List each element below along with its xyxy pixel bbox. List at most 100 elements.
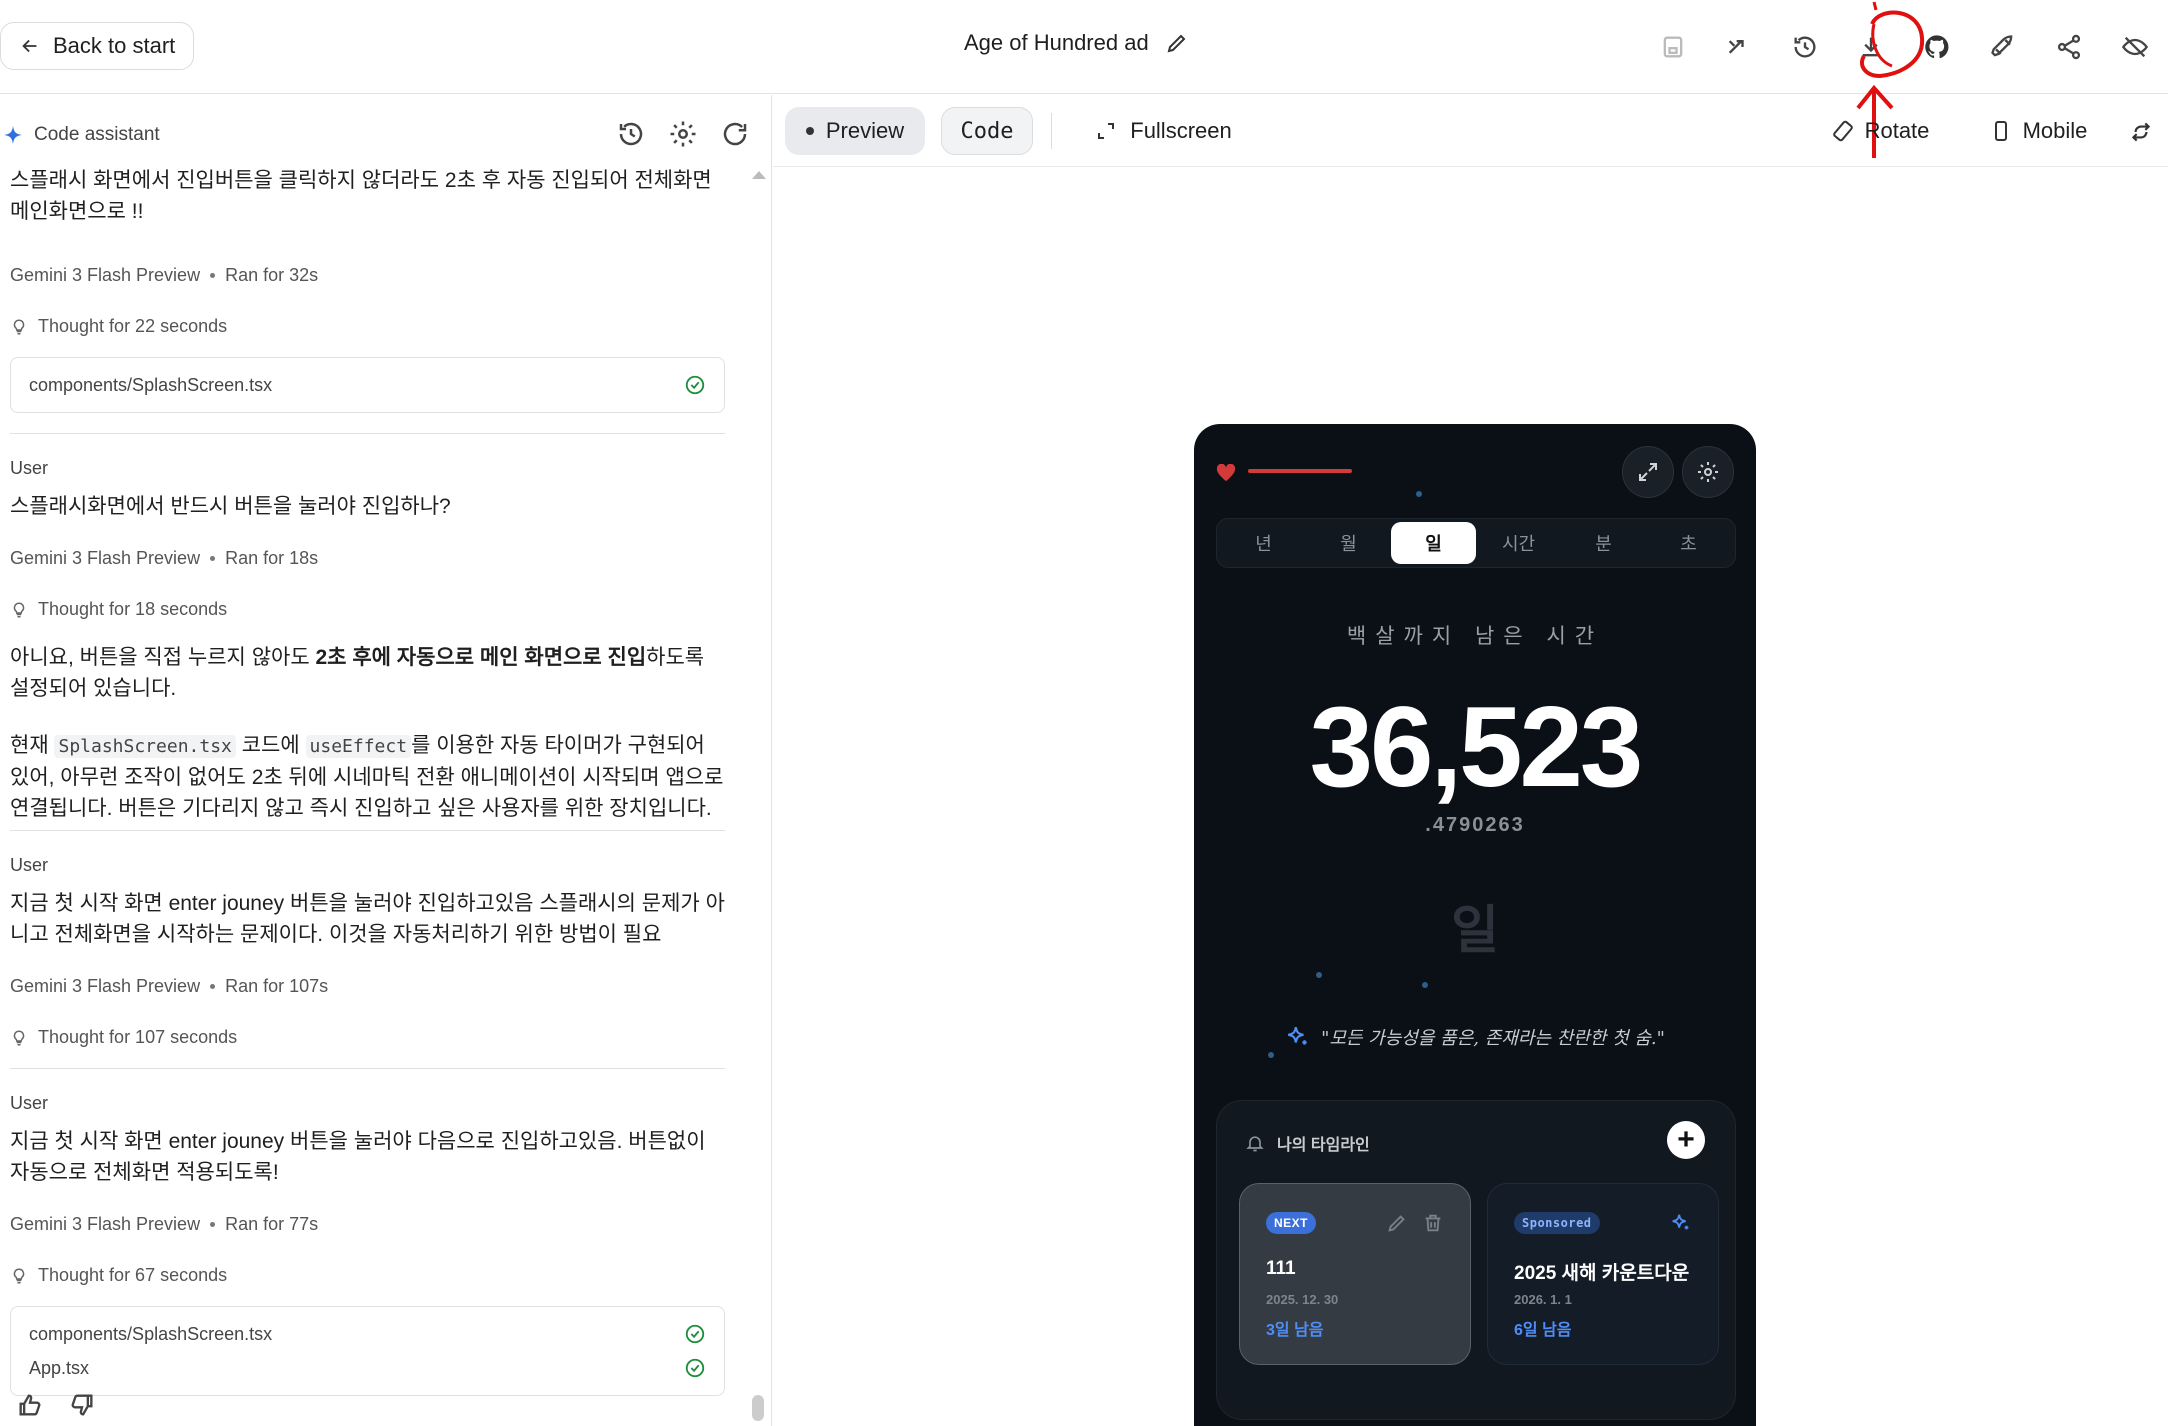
event-remaining: 3일 남음 [1266, 1322, 1324, 1339]
event-name: 2025 새해 카운트다운 [1514, 1263, 1690, 1284]
expand-button[interactable] [1622, 446, 1674, 498]
tab-year[interactable]: 년 [1221, 522, 1306, 564]
rotate-label: Rotate [1864, 118, 1930, 143]
github-icon [1925, 35, 1949, 59]
sparkles-icon [1288, 1027, 1307, 1045]
back-to-start-button[interactable]: Back to start [0, 22, 195, 70]
tab-month[interactable]: 월 [1306, 522, 1391, 564]
gear-icon [1698, 462, 1718, 482]
refresh-icon[interactable] [720, 119, 750, 149]
thumbs-down-icon[interactable] [68, 1391, 96, 1419]
thumbs-up-icon[interactable] [16, 1391, 44, 1419]
reply-text: 현재 [10, 734, 55, 757]
fullscreen-label: Fullscreen [1130, 118, 1232, 143]
model-name: Gemini 3 Flash Preview [10, 976, 201, 996]
assistant-title: Code assistant [34, 124, 160, 145]
card-actions [1670, 1212, 1692, 1234]
tab-second[interactable]: 초 [1646, 522, 1731, 564]
remaining-label: 백살까지 남은 시간 [1346, 625, 1604, 648]
check-circle-icon [685, 1324, 705, 1344]
countdown-decimal: .4790263 [1425, 814, 1525, 836]
tab-code-label: Code [960, 118, 1014, 144]
phone-icon [1994, 121, 2007, 141]
tab-code[interactable]: Code [941, 107, 1033, 155]
model-name: Gemini 3 Flash Preview [10, 265, 201, 285]
event-name: 111 [1266, 1258, 1296, 1279]
deploy-button[interactable] [1970, 22, 2036, 72]
event-card[interactable]: NEXT 111 2025. 12. 30 3일 남음 [1239, 1183, 1471, 1365]
quote: "모든 가능성을 품은, 존재라는 찬란한 첫 숨." [1194, 1024, 1756, 1050]
tab-preview-label: Preview [825, 118, 905, 143]
rotate-button[interactable]: Rotate [1825, 107, 1935, 155]
divider [1051, 113, 1052, 149]
github-button[interactable] [1904, 22, 1970, 72]
tab-hour[interactable]: 시간 [1476, 522, 1561, 564]
back-label: Back to start [53, 33, 176, 58]
sponsored-badge: Sponsored [1514, 1212, 1600, 1234]
event-remaining: 6일 남음 [1514, 1322, 1572, 1339]
add-event-button[interactable]: + [1667, 1121, 1705, 1159]
pencil-icon[interactable] [1386, 1212, 1408, 1234]
thought-label: Thought for 22 seconds [38, 316, 228, 336]
sponsored-card[interactable]: Sponsored 2025 새해 카운트다운 2026. 1. 1 6일 남음 [1487, 1183, 1719, 1365]
download-button[interactable] [1838, 22, 1904, 72]
pencil-icon[interactable] [1165, 31, 1189, 55]
divider [10, 1068, 725, 1069]
shuffle-button[interactable] [1706, 22, 1772, 72]
file-item[interactable]: components/SplashScreen.tsx [29, 368, 706, 402]
sparkles-icon [1672, 1214, 1689, 1230]
thought-toggle[interactable]: Thought for 67 seconds [10, 1265, 725, 1286]
scrollbar-thumb[interactable] [752, 1395, 764, 1421]
scroll-up-arrow[interactable] [752, 171, 766, 179]
model-name: Gemini 3 Flash Preview [10, 1214, 201, 1234]
chat-history: 스플래시 화면에서 진입버튼을 클릭하지 않더라도 2초 후 자동 진입되어 전… [10, 165, 725, 1396]
active-dot [805, 127, 814, 135]
gear-icon[interactable] [668, 119, 698, 149]
run-meta: Gemini 3 Flash Preview Ran for 107s [10, 976, 725, 997]
arrow-left-icon [22, 39, 37, 53]
run-time: Ran for 77s [225, 1214, 319, 1234]
reply-text: 아니요, 버튼을 직접 누르지 않아도 [10, 646, 316, 669]
changed-files: components/SplashScreen.tsx App.tsx [10, 1306, 725, 1396]
file-item[interactable]: App.tsx [29, 1351, 706, 1385]
lightbulb-icon [13, 1029, 25, 1045]
thought-toggle[interactable]: Thought for 107 seconds [10, 1027, 725, 1048]
thought-label: Thought for 107 seconds [38, 1027, 238, 1047]
history-button[interactable] [1772, 22, 1838, 72]
card-actions [1386, 1212, 1444, 1234]
top-icon-bar [1640, 22, 2168, 72]
project-title-area: Age of Hundred ad [964, 30, 1189, 56]
lightbulb-icon [13, 318, 25, 334]
rocket-icon [1991, 35, 2013, 57]
expand-icon [1098, 123, 1115, 139]
hide-button[interactable] [2102, 22, 2168, 72]
quote-text: "모든 가능성을 품은, 존재라는 찬란한 첫 숨." [1321, 1028, 1665, 1049]
run-time: Ran for 18s [225, 548, 319, 568]
fullscreen-button[interactable]: Fullscreen [1093, 107, 1233, 155]
heart-icon [1216, 464, 1236, 482]
save-button[interactable] [1640, 22, 1706, 72]
thought-toggle[interactable]: Thought for 22 seconds [10, 316, 725, 337]
tab-minute[interactable]: 분 [1561, 522, 1646, 564]
user-label: User [10, 458, 49, 478]
unit-label: 일 [1451, 902, 1499, 960]
trash-icon[interactable] [1422, 1212, 1444, 1234]
thought-toggle[interactable]: Thought for 18 seconds [10, 599, 725, 620]
file-item[interactable]: components/SplashScreen.tsx [29, 1317, 706, 1351]
run-time: Ran for 107s [225, 976, 329, 996]
swap-icon[interactable] [2128, 119, 2154, 145]
thought-label: Thought for 67 seconds [38, 1265, 228, 1285]
message-text: 지금 첫 시작 화면 enter jouney 버튼을 눌러야 진입하고있음 스… [10, 892, 725, 946]
settings-button[interactable] [1682, 446, 1734, 498]
tab-preview[interactable]: Preview [785, 107, 925, 155]
code-assistant-panel: Code assistant 스플래시 화면에서 진입버튼을 클릭하지 않더라도… [0, 95, 772, 1426]
tab-day[interactable]: 일 [1391, 522, 1476, 564]
history-icon[interactable] [616, 119, 646, 149]
mobile-button[interactable]: Mobile [1983, 107, 2093, 155]
app-preview-phone: 년 월 일 시간 분 초 백살까지 남은 시간 36,523 .4790263 … [1194, 424, 1756, 1426]
inline-code: useEffect [305, 735, 412, 758]
check-circle-icon [685, 1358, 705, 1378]
message-text: 스플래시화면에서 반드시 버튼을 눌러야 진입하나? [10, 495, 451, 518]
reply-text: 코드에 [235, 734, 306, 757]
share-button[interactable] [2036, 22, 2102, 72]
